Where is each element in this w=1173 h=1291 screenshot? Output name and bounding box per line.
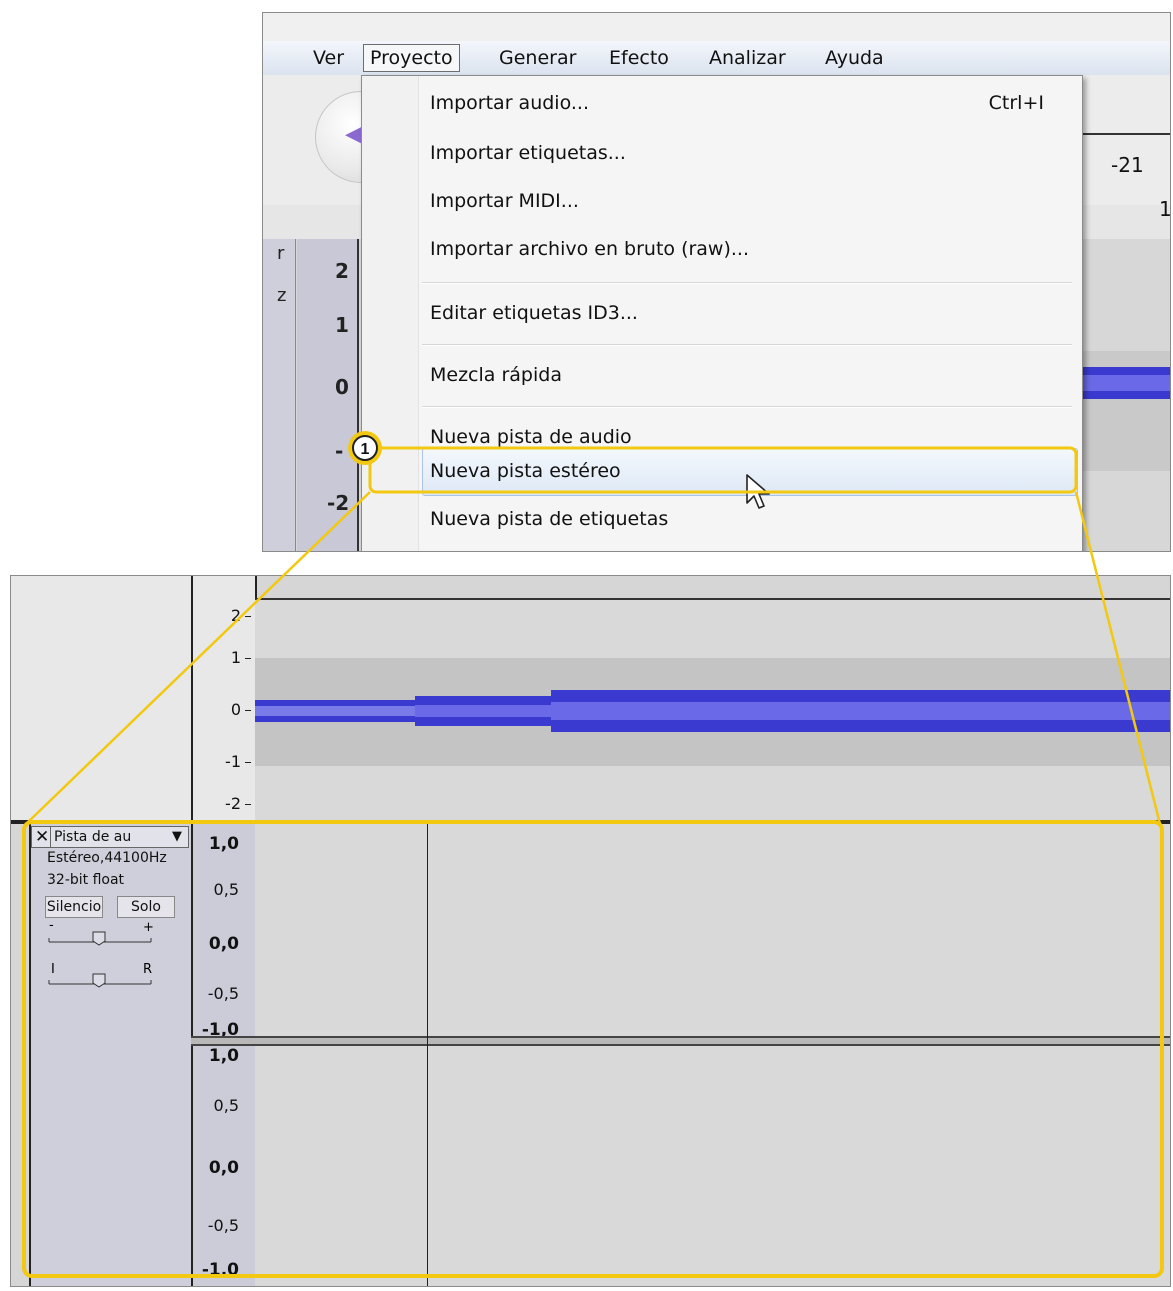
menu-item-importar-midi[interactable]: Importar MIDI... (430, 186, 579, 216)
scale-tick (245, 616, 251, 617)
scale-tick (245, 658, 251, 659)
menu-ver[interactable]: Ver (307, 45, 350, 71)
scale-label: 1 (335, 313, 349, 337)
track-control-panel (11, 576, 191, 820)
menu-ayuda[interactable]: Ayuda (819, 45, 890, 71)
scale-label: - (335, 439, 344, 463)
proyecto-dropdown-menu: Importar audio... Ctrl+I Importar etique… (361, 75, 1083, 551)
scale-label: 1 (230, 648, 241, 667)
mouse-cursor-icon (746, 474, 770, 509)
menu-bar: Ver Proyecto Generar Efecto Analizar Ayu… (263, 41, 1170, 76)
scale-label: -2 (327, 491, 350, 515)
menu-icon-gutter (362, 76, 419, 551)
waveform (1083, 367, 1170, 399)
menu-item-nueva-pista-audio[interactable]: Nueva pista de audio (430, 422, 632, 452)
menu-separator (422, 406, 1072, 408)
callout-number: 1 (361, 441, 370, 458)
meter-value: -21 (1111, 153, 1144, 177)
menu-generar[interactable]: Generar (493, 45, 582, 71)
menu-separator (422, 344, 1072, 346)
menu-item-importar-raw[interactable]: Importar archivo en bruto (raw)... (430, 234, 749, 264)
waveform (255, 690, 1170, 732)
scale-label: -1 (225, 752, 241, 771)
scale-tick (245, 804, 251, 805)
track-control-panel: r z (263, 239, 296, 551)
side-letter: z (277, 285, 287, 306)
menu-item-nueva-pista-etiquetas[interactable]: Nueva pista de etiquetas (430, 504, 668, 534)
scale-tick (245, 762, 251, 763)
menu-proyecto[interactable]: Proyecto (363, 44, 460, 72)
scale-label: -2 (225, 794, 241, 813)
menu-item-importar-etiquetas[interactable]: Importar etiquetas... (430, 138, 626, 168)
amplitude-scale: 2 1 0 -1 -2 (191, 576, 257, 820)
scale-label: 2 (230, 606, 241, 625)
menu-item-editar-id3[interactable]: Editar etiquetas ID3... (430, 298, 638, 328)
meter-ruler (1083, 133, 1170, 145)
menu-analizar[interactable]: Analizar (703, 45, 792, 71)
shortcut-label: Ctrl+I (988, 92, 1044, 114)
scale-tick (245, 710, 251, 711)
menu-screenshot: Ver Proyecto Generar Efecto Analizar Ayu… (262, 12, 1171, 552)
menu-separator (422, 282, 1072, 284)
scale-label: 2 (335, 259, 349, 283)
side-letter: r (277, 243, 285, 264)
new-track-highlight-frame (22, 820, 1164, 1278)
scale-label: 0 (230, 700, 241, 719)
scale-label: 0 (335, 375, 349, 399)
menu-efecto[interactable]: Efecto (603, 45, 675, 71)
menu-item-nueva-pista-estereo[interactable]: Nueva pista estéreo (430, 456, 621, 486)
amplitude-scale: 2 1 0 - -2 (297, 239, 359, 551)
menu-item-mezcla-rapida[interactable]: Mezcla rápida (430, 360, 562, 390)
callout-badge: 1 (348, 431, 382, 465)
ruler-label: 1 (1159, 197, 1171, 221)
menu-item-importar-audio[interactable]: Importar audio... (430, 88, 589, 118)
